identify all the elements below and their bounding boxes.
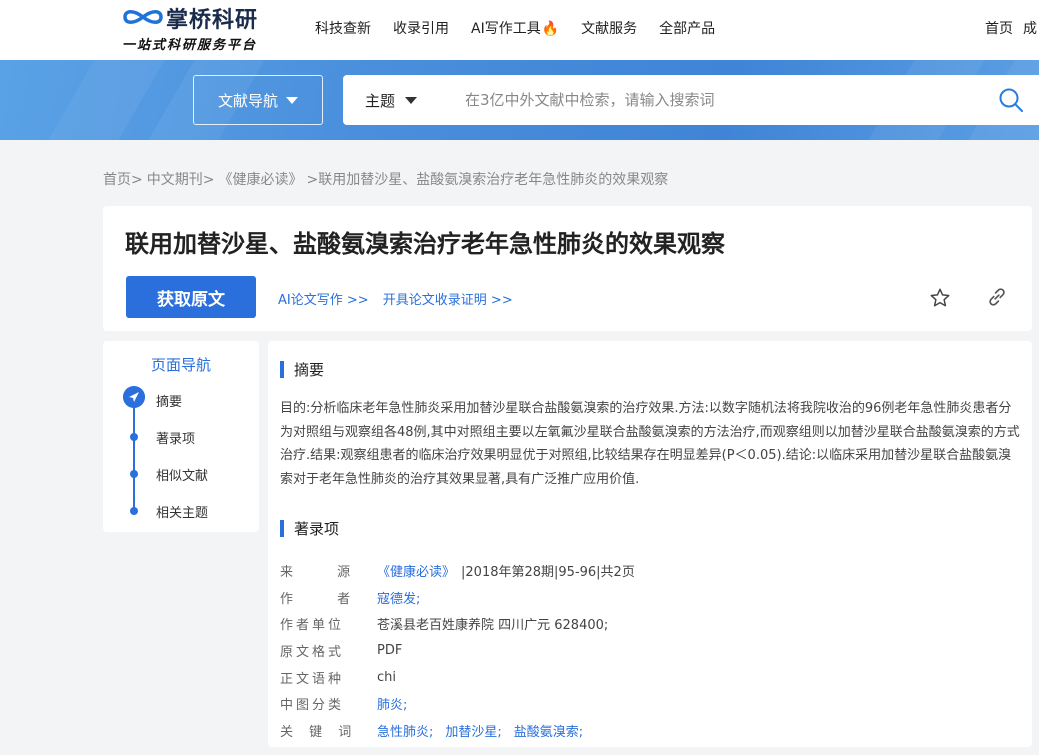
logo[interactable]: 掌桥科研 一站式科研服务平台 bbox=[122, 2, 282, 56]
top-nav: 科技查新 收录引用 AI写作工具🔥 文献服务 全部产品 bbox=[315, 18, 737, 38]
meta-row-language: 正文语种 chi bbox=[280, 664, 1020, 691]
ai-writing-link[interactable]: AI论文写作 >> bbox=[278, 293, 369, 308]
caret-down-icon bbox=[405, 97, 418, 104]
breadcrumb-journals[interactable]: 中文期刊> bbox=[147, 172, 215, 188]
page-nav-dot bbox=[130, 470, 138, 478]
clc-link[interactable]: 肺炎; bbox=[377, 698, 407, 713]
meta-row-keywords: 关 键 词 急性肺炎; 加替沙星; 盐酸氨溴索; bbox=[280, 717, 1020, 744]
home-link[interactable]: 首页 bbox=[985, 21, 1013, 37]
link-icon[interactable] bbox=[986, 286, 1008, 308]
keyword-link[interactable]: 加替沙星; bbox=[445, 725, 501, 740]
meta-label: 关 键 词 bbox=[280, 724, 358, 740]
logo-mark-icon bbox=[123, 10, 163, 24]
bibliography-heading-label: 著录项 bbox=[294, 520, 340, 538]
breadcrumb: 首页> 中文期刊> 《健康必读》 >联用加替沙星、盐酸氨溴索治疗老年急性肺炎的效果观察 bbox=[103, 169, 672, 189]
search-box: 主题 bbox=[343, 75, 1039, 125]
top-links: 首页成 bbox=[985, 18, 1039, 38]
nav-item-ai-writing-label: AI写作工具 bbox=[471, 21, 541, 37]
meta-label: 来 源 bbox=[280, 564, 371, 580]
brand-slogan: 一站式科研服务平台 bbox=[122, 38, 258, 53]
breadcrumb-current: >联用加替沙星、盐酸氨溴索治疗老年急性肺炎的效果观察 bbox=[306, 172, 669, 188]
login-link[interactable]: 成 bbox=[1023, 21, 1037, 37]
breadcrumb-journal[interactable]: 《健康必读》 bbox=[218, 172, 302, 188]
section-marker bbox=[280, 520, 284, 537]
search-scope-label: 主题 bbox=[365, 92, 396, 110]
literature-nav-label: 文献导航 bbox=[217, 91, 278, 110]
article-links: AI论文写作 >> 开具论文收录证明 >> bbox=[278, 289, 523, 308]
bibliography-table: 来 源 《健康必读》 |2018年第28期|95-96|共2页 作 者 寇德发; … bbox=[280, 557, 1020, 744]
keyword-link[interactable]: 急性肺炎; bbox=[377, 725, 433, 740]
meta-value: 寇德发; bbox=[377, 588, 432, 607]
meta-row-unit: 作者单位 苍溪县老百姓康养院 四川广元 628400; bbox=[280, 610, 1020, 637]
search-banner: 文献导航 主题 bbox=[0, 60, 1039, 140]
meta-label: 原文格式 bbox=[280, 644, 345, 660]
article-content: 摘要 目的:分析临床老年急性肺炎采用加替沙星联合盐酸氨溴索的治疗效果.方法:以数… bbox=[268, 341, 1032, 747]
page-nav-item-bibliography[interactable]: 著录项 bbox=[156, 428, 195, 447]
star-icon[interactable] bbox=[929, 287, 951, 309]
source-journal-link[interactable]: 《健康必读》 bbox=[377, 565, 455, 580]
meta-value: 肺炎; bbox=[377, 694, 419, 713]
literature-nav-dropdown[interactable]: 文献导航 bbox=[193, 75, 323, 125]
page-nav-title: 页面导航 bbox=[150, 356, 211, 374]
meta-row-clc: 中图分类 肺炎; bbox=[280, 690, 1020, 717]
nav-item-literature-service[interactable]: 文献服务 bbox=[581, 18, 637, 38]
certificate-link[interactable]: 开具论文收录证明 >> bbox=[383, 293, 513, 308]
author-link[interactable]: 寇德发; bbox=[377, 592, 420, 607]
bibliography-heading: 著录项 bbox=[280, 518, 339, 539]
page-nav-line bbox=[133, 399, 135, 511]
page-nav-dot bbox=[130, 507, 138, 515]
nav-active-icon bbox=[123, 386, 145, 408]
meta-value: chi bbox=[377, 669, 396, 685]
search-icon[interactable] bbox=[998, 87, 1024, 113]
caret-down-icon bbox=[286, 96, 298, 104]
nav-item-all-products[interactable]: 全部产品 bbox=[659, 18, 715, 38]
search-input[interactable] bbox=[465, 85, 965, 115]
breadcrumb-home[interactable]: 首页> bbox=[103, 172, 143, 188]
page-nav-item-abstract[interactable]: 摘要 bbox=[156, 391, 182, 410]
abstract-heading-label: 摘要 bbox=[294, 361, 325, 379]
meta-value: 《健康必读》 |2018年第28期|95-96|共2页 bbox=[377, 561, 635, 580]
source-issue: |2018年第28期|95-96|共2页 bbox=[461, 564, 635, 580]
top-bar: 掌桥科研 一站式科研服务平台 科技查新 收录引用 AI写作工具🔥 文献服务 全部… bbox=[0, 0, 1039, 60]
meta-row-author: 作 者 寇德发; bbox=[280, 584, 1020, 611]
abstract-text: 目的:分析临床老年急性肺炎采用加替沙星联合盐酸氨溴索的治疗效果.方法:以数字随机… bbox=[280, 401, 1020, 487]
abstract-heading: 摘要 bbox=[280, 359, 324, 380]
page-nav-item-related[interactable]: 相关主题 bbox=[156, 502, 208, 521]
page-nav-item-similar[interactable]: 相似文献 bbox=[156, 465, 208, 484]
page-nav-dot bbox=[130, 433, 138, 441]
get-fulltext-button[interactable]: 获取原文 bbox=[126, 276, 256, 318]
brand-name: 掌桥科研 bbox=[166, 8, 259, 33]
nav-item-ai-writing[interactable]: AI写作工具🔥 bbox=[471, 18, 559, 38]
section-marker bbox=[280, 361, 284, 378]
nav-item-tech-novelty[interactable]: 科技查新 bbox=[315, 18, 371, 38]
fire-icon: 🔥 bbox=[541, 21, 560, 37]
article-header-card: 联用加替沙星、盐酸氨溴索治疗老年急性肺炎的效果观察 获取原文 AI论文写作 >>… bbox=[103, 206, 1032, 331]
meta-row-source: 来 源 《健康必读》 |2018年第28期|95-96|共2页 bbox=[280, 557, 1020, 584]
meta-value: PDF bbox=[377, 642, 403, 658]
page-nav: 页面导航 摘要 著录项 相似文献 相关主题 bbox=[103, 341, 259, 532]
meta-value: 苍溪县老百姓康养院 四川广元 628400; bbox=[377, 618, 609, 634]
nav-item-citation[interactable]: 收录引用 bbox=[393, 18, 449, 38]
meta-label: 作 者 bbox=[280, 591, 371, 607]
meta-label: 作者单位 bbox=[280, 618, 345, 634]
meta-label: 中图分类 bbox=[280, 698, 345, 714]
keyword-link[interactable]: 盐酸氨溴索; bbox=[514, 725, 583, 740]
meta-label: 正文语种 bbox=[280, 671, 345, 687]
page-title: 联用加替沙星、盐酸氨溴索治疗老年急性肺炎的效果观察 bbox=[125, 230, 725, 258]
meta-row-format: 原文格式 PDF bbox=[280, 637, 1020, 664]
meta-value: 急性肺炎; 加替沙星; 盐酸氨溴索; bbox=[377, 721, 595, 740]
search-scope-select[interactable]: 主题 bbox=[365, 90, 418, 111]
